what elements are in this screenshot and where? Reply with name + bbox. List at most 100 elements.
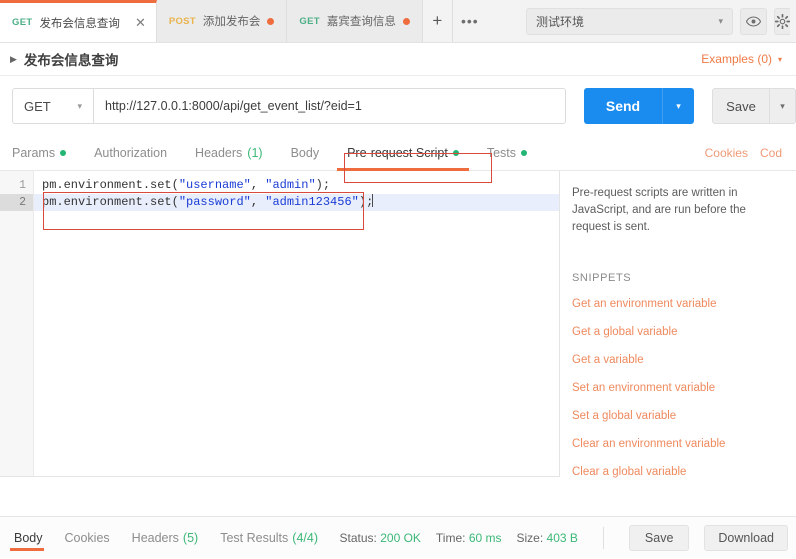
- tab-label: Tests: [486, 146, 516, 160]
- code-token: pm.environment.set(: [42, 178, 179, 192]
- snippet-get-variable[interactable]: Get a variable: [572, 354, 786, 366]
- tab-label: Test Results: [220, 530, 289, 545]
- response-meta: Status: 200 OK Time: 60 ms Size: 403 B S…: [340, 524, 788, 551]
- response-save-button[interactable]: Save: [628, 524, 690, 551]
- request-tab-1[interactable]: GET 发布会信息查询 ✕: [0, 0, 157, 42]
- code-token: ,: [250, 195, 266, 209]
- tab-label: Headers: [131, 530, 179, 545]
- examples-label: Examples (0): [701, 52, 772, 66]
- size-badge: Size: 403 B: [517, 531, 578, 545]
- status-value: 200 OK: [380, 530, 421, 545]
- environment-select[interactable]: 测试环境 ▾: [526, 7, 733, 35]
- environment-settings-button[interactable]: [774, 7, 790, 35]
- send-group: Send ▾: [584, 88, 694, 124]
- tab-body[interactable]: Body: [277, 136, 334, 170]
- code-token: ,: [250, 178, 266, 192]
- tab-params[interactable]: Params: [12, 136, 80, 170]
- examples-dropdown[interactable]: Examples (0) ▾: [701, 52, 782, 66]
- tab-headers[interactable]: Headers (1): [181, 136, 277, 170]
- snippet-get-global-variable[interactable]: Get a global variable: [572, 326, 786, 338]
- editor-code-area[interactable]: pm.environment.set("username", "admin");…: [34, 171, 559, 476]
- snippet-set-environment-variable[interactable]: Set an environment variable: [572, 382, 786, 394]
- chevron-down-icon: ▾: [77, 100, 82, 111]
- active-indicator-dot-icon: [60, 150, 67, 156]
- response-tab-headers[interactable]: Headers (5): [121, 517, 210, 559]
- code-token: pm.environment.set(: [42, 195, 179, 209]
- code-link[interactable]: Cod: [760, 146, 782, 160]
- tab-method-label: POST: [168, 15, 196, 27]
- environment-area: 测试环境 ▾: [512, 0, 796, 42]
- more-options-icon[interactable]: •••: [452, 0, 487, 42]
- snippet-clear-global-variable[interactable]: Clear a global variable: [572, 466, 786, 478]
- tab-label: Authorization: [94, 146, 168, 160]
- send-button[interactable]: Send: [584, 88, 662, 124]
- response-tab-test-results[interactable]: Test Results (4/4): [209, 517, 329, 559]
- code-line: pm.environment.set("username", "admin");: [34, 177, 559, 194]
- divider: [602, 526, 604, 549]
- line-number: 1: [19, 179, 26, 192]
- tab-title: 发布会信息查询: [39, 17, 120, 30]
- close-icon[interactable]: ✕: [127, 16, 146, 29]
- breadcrumb: ▶ 发布会信息查询 Examples (0) ▾: [0, 43, 796, 76]
- chevron-down-icon: ▾: [777, 54, 782, 64]
- response-tab-cookies[interactable]: Cookies: [54, 517, 121, 559]
- tab-count: (1): [247, 146, 263, 160]
- request-section-tabs: Params Authorization Headers (1) Body Pr…: [0, 136, 796, 171]
- time-value: 60 ms: [468, 530, 502, 545]
- request-url-row: GET ▾ http://127.0.0.1:8000/api/get_even…: [0, 76, 796, 136]
- snippet-set-global-variable[interactable]: Set a global variable: [572, 410, 786, 422]
- url-input[interactable]: http://127.0.0.1:8000/api/get_event_list…: [93, 88, 566, 124]
- tab-authorization[interactable]: Authorization: [80, 136, 181, 170]
- tab-method-label: GET: [299, 15, 320, 27]
- line-number: 2: [0, 194, 33, 211]
- text-cursor: [372, 194, 374, 207]
- code-line: pm.environment.set("password", "admin123…: [34, 194, 559, 211]
- snippet-get-environment-variable[interactable]: Get an environment variable: [572, 298, 786, 310]
- collapse-triangle-icon[interactable]: ▶: [10, 54, 17, 65]
- environment-selected-label: 测试环境: [536, 14, 585, 29]
- code-token-string: "username": [178, 178, 251, 192]
- code-token-string: "password": [178, 195, 251, 209]
- response-tab-body[interactable]: Body: [8, 517, 54, 559]
- editor-line-numbers: 1 2: [0, 171, 34, 476]
- new-tab-button[interactable]: +: [422, 0, 453, 42]
- environment-quick-look-button[interactable]: [740, 7, 767, 35]
- code-token: );: [358, 195, 374, 209]
- tab-label: Body: [14, 530, 43, 545]
- code-token-string: "admin123456": [265, 195, 359, 209]
- active-indicator-dot-icon: [452, 150, 459, 156]
- tab-pre-request-script[interactable]: Pre-request Script: [333, 136, 473, 171]
- cookies-link[interactable]: Cookies: [705, 146, 748, 160]
- code-token: );: [315, 178, 331, 192]
- help-description: Pre-request scripts are written in JavaS…: [572, 187, 746, 233]
- request-tab-3[interactable]: GET 嘉宾查询信息: [287, 0, 423, 42]
- tab-title: 添加发布会: [202, 16, 261, 28]
- tab-label: Pre-request Script: [347, 146, 448, 160]
- save-button[interactable]: Save: [712, 88, 770, 124]
- tab-count: (5): [182, 530, 199, 545]
- response-download-button[interactable]: Download: [704, 524, 788, 551]
- send-options-icon[interactable]: ▾: [662, 88, 694, 124]
- tab-label: Params: [12, 146, 56, 160]
- save-options-icon[interactable]: ▾: [770, 88, 796, 124]
- save-group: Save ▾: [712, 88, 796, 124]
- response-bar: Body Cookies Headers (5) Test Results (4…: [0, 516, 796, 558]
- script-editor[interactable]: 1 2 pm.environment.set("username", "admi…: [0, 171, 560, 477]
- active-indicator-dot-icon: [521, 150, 527, 156]
- tab-count: (4/4): [292, 530, 318, 545]
- http-method-select[interactable]: GET ▾: [12, 88, 93, 124]
- tab-label: Body: [290, 146, 320, 160]
- script-help-pane: Pre-request scripts are written in JavaS…: [560, 171, 796, 478]
- request-tab-2[interactable]: POST 添加发布会: [156, 0, 288, 42]
- tab-tests[interactable]: Tests: [473, 136, 541, 170]
- http-method-label: GET: [24, 98, 51, 114]
- url-value: http://127.0.0.1:8000/api/get_event_list…: [105, 99, 362, 113]
- tab-label: Cookies: [64, 530, 110, 545]
- snippets-heading: SNIPPETS: [572, 272, 632, 284]
- snippet-clear-environment-variable[interactable]: Clear an environment variable: [572, 438, 786, 450]
- request-right-links: Cookies Cod: [705, 146, 782, 160]
- eye-icon: [746, 15, 761, 27]
- tab-method-label: GET: [12, 17, 33, 28]
- code-token-string: "admin": [265, 178, 316, 192]
- status-badge: Status: 200 OK: [340, 531, 421, 545]
